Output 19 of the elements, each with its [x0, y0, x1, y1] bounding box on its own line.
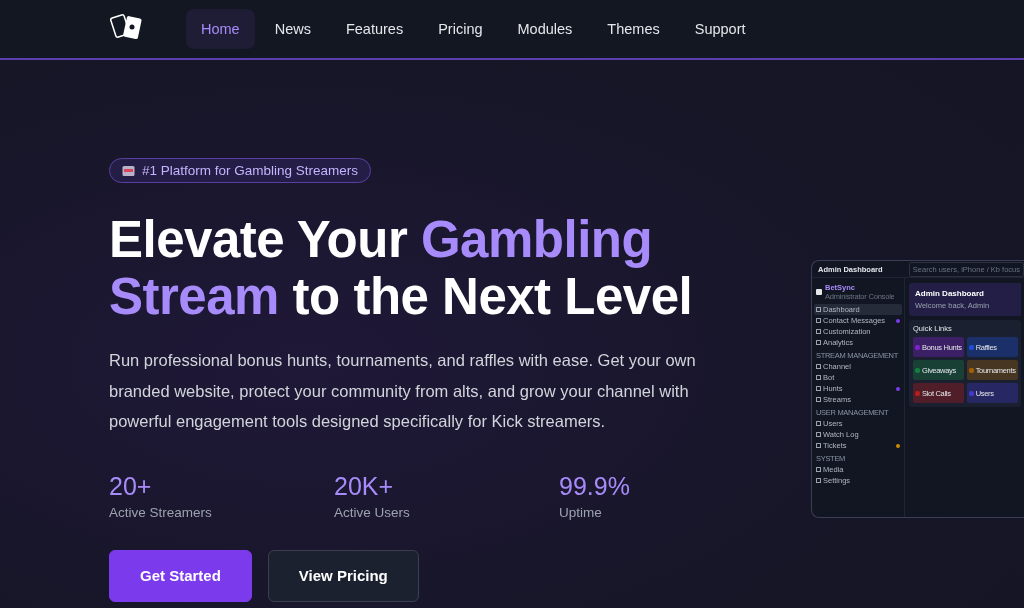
- get-started-button[interactable]: Get Started: [109, 549, 252, 602]
- stat-value: 99.9%: [559, 470, 631, 501]
- hero-description: Run professional bonus hunts, tournaments, and raffles with ease. Get your own branded website, protect your community from alts, and grow your channel with powerful engagement tools designed specifically for Kick streamers.: [109, 350, 697, 432]
- nav-link[interactable]: Pricing: [423, 9, 498, 49]
- dashboard-heading: Admin Dashboard: [915, 289, 985, 298]
- nav-link[interactable]: Home: [186, 9, 255, 49]
- stat-label: Active Users: [334, 504, 411, 520]
- nav-link[interactable]: Features: [330, 9, 419, 49]
- badge-text: #1 Platform for Gambling Streamers: [142, 163, 359, 178]
- stat-value: 20K+: [334, 470, 395, 501]
- stat-label: Active Streamers: [109, 504, 213, 520]
- stat-value: 20+: [109, 470, 153, 501]
- nav-link[interactable]: Support: [679, 9, 761, 49]
- nav-link[interactable]: Themes: [592, 9, 675, 49]
- stat-label: Uptime: [559, 504, 603, 520]
- hero-headline: Elevate Your Gambling Stream to the Next Level: [109, 211, 693, 325]
- nav-link[interactable]: News: [259, 9, 326, 49]
- view-pricing-button[interactable]: View Pricing: [267, 549, 419, 602]
- nav-link[interactable]: Modules: [502, 9, 588, 49]
